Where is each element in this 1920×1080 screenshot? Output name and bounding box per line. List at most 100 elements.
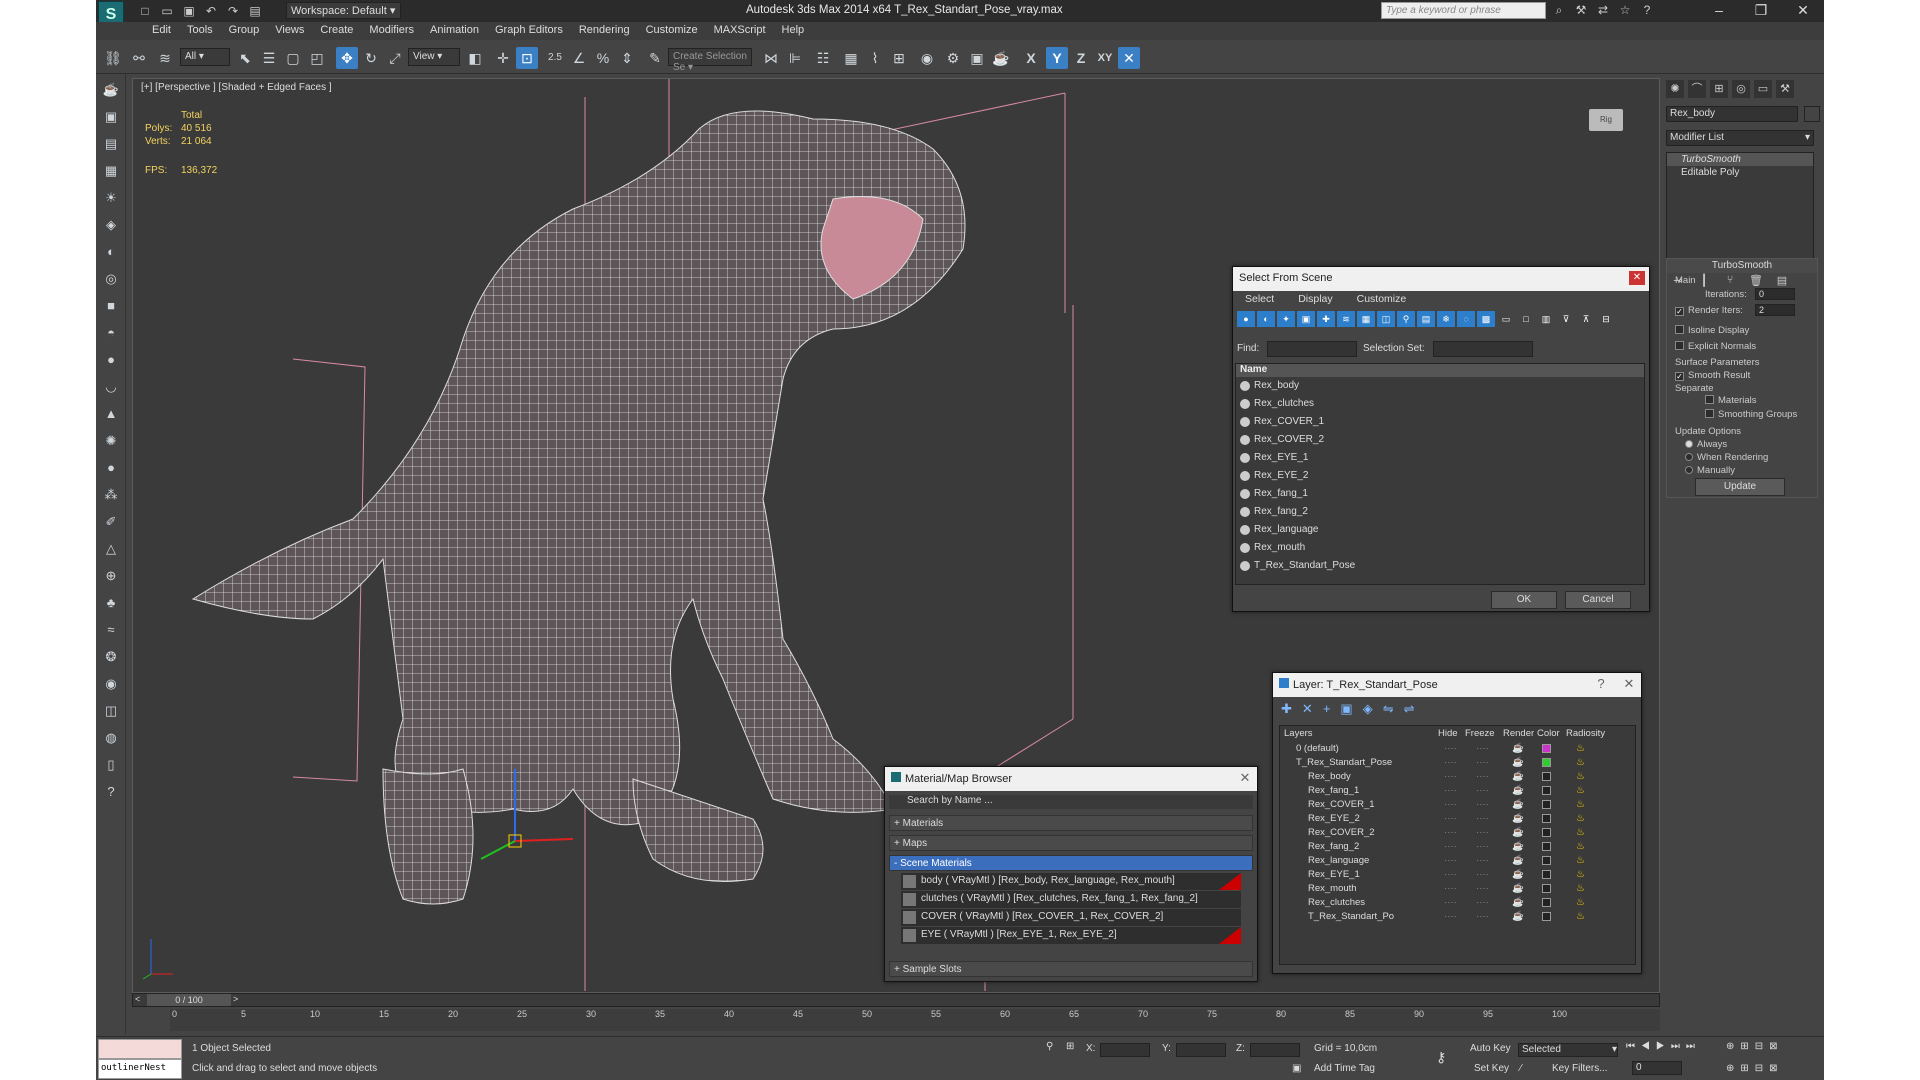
object-color-swatch[interactable] — [1804, 106, 1820, 122]
selection-filter-dropdown[interactable]: All ▾ — [180, 48, 230, 66]
document-icon[interactable]: ▤ — [100, 133, 122, 155]
stack-item-turbosmooth[interactable]: TurboSmooth — [1667, 153, 1813, 166]
create-tab-icon[interactable]: ✺ — [1666, 80, 1684, 98]
create-layer-icon[interactable]: ✚ — [1281, 701, 1292, 717]
box-icon[interactable]: ■ — [100, 295, 122, 317]
layer-row[interactable]: 0 (default) ···· ···· ☕ ♨ — [1280, 742, 1635, 756]
schematic-view-icon[interactable]: ⊞ — [888, 47, 910, 69]
freeze-all-layers-icon[interactable]: ⇌ — [1404, 701, 1415, 717]
pyramid-icon[interactable]: △ — [100, 538, 122, 560]
cancel-button[interactable]: Cancel — [1565, 591, 1631, 609]
menu-customize[interactable]: Customize — [638, 22, 706, 40]
layer-color-swatch[interactable] — [1542, 800, 1551, 809]
help-icon[interactable]: ? — [1639, 2, 1655, 18]
radiosity-icon[interactable]: ♨ — [1576, 827, 1585, 838]
exchange-icon[interactable]: ⇄ — [1595, 2, 1611, 18]
plant-icon[interactable]: ♣ — [100, 592, 122, 614]
group-materials[interactable]: + Materials — [889, 815, 1253, 831]
layer-row[interactable]: Rex_clutches ···· ···· ☕ ♨ — [1280, 896, 1635, 910]
render-teapot-icon[interactable]: ☕ — [1512, 897, 1524, 908]
display-hidden-icon[interactable]: ◌ — [1457, 311, 1475, 327]
tools-icon[interactable]: ⚒ — [1573, 2, 1589, 18]
layer-row[interactable]: Rex_COVER_1 ···· ···· ☕ ♨ — [1280, 798, 1635, 812]
absolute-mode-icon[interactable]: ⊞ — [1066, 1041, 1074, 1052]
hair-icon[interactable]: ≈ — [100, 619, 122, 641]
display-bones-icon[interactable]: ⚲ — [1397, 311, 1415, 327]
dual-sphere-icon[interactable]: ◎ — [100, 268, 122, 290]
texture-icon[interactable]: ❂ — [100, 646, 122, 668]
playback-controls[interactable]: ⏮◀▶⏭⏭ — [1626, 1041, 1701, 1052]
axis-x-button[interactable]: X — [1020, 47, 1042, 69]
link-icon[interactable]: ⛓ — [102, 47, 124, 69]
layer-color-swatch[interactable] — [1542, 856, 1551, 865]
render-teapot-icon[interactable]: ☕ — [1512, 799, 1524, 810]
layer-row[interactable]: T_Rex_Standart_Po ···· ···· ☕ ♨ — [1280, 910, 1635, 924]
snaps-toggle-icon[interactable]: 2.5 — [544, 47, 566, 69]
open-mini-curve-editor-icon[interactable] — [132, 1009, 170, 1031]
navigation-controls-2[interactable]: ⊕⊞⊟⊠ — [1726, 1063, 1784, 1074]
axis-z-button[interactable]: Z — [1070, 47, 1092, 69]
radiosity-icon[interactable]: ♨ — [1576, 799, 1585, 810]
list-item[interactable]: Rex_language — [1236, 521, 1644, 539]
display-spacewarps-icon[interactable]: ≋ — [1337, 311, 1355, 327]
unlink-icon[interactable]: ⚯ — [128, 47, 150, 69]
find-input[interactable] — [1267, 341, 1357, 357]
layer-toggle[interactable]: ···· — [1444, 757, 1457, 768]
axis-xy-button[interactable]: XY — [1094, 47, 1116, 69]
layer-color-swatch[interactable] — [1542, 772, 1551, 781]
workspace-dropdown[interactable]: Workspace: Default ▾ — [286, 2, 401, 19]
list-item[interactable]: Rex_COVER_1 — [1236, 413, 1644, 431]
object-name-field[interactable]: Rex_body — [1666, 106, 1798, 122]
layer-toggle[interactable]: ···· — [1476, 869, 1489, 880]
layer-toggle[interactable]: ···· — [1476, 771, 1489, 782]
new-file-icon[interactable]: □ — [136, 3, 154, 19]
render-teapot-icon[interactable]: ☕ — [1512, 869, 1524, 880]
iterations-spinner[interactable]: 0 — [1755, 288, 1795, 300]
camera-icon[interactable]: ◫ — [100, 700, 122, 722]
layer-toggle[interactable]: ···· — [1476, 813, 1489, 824]
smooth-result-checkbox[interactable]: ✓ Smooth Result — [1675, 370, 1750, 381]
group-maps[interactable]: + Maps — [889, 835, 1253, 851]
x-coordinate-field[interactable] — [1100, 1043, 1150, 1057]
display-lights-icon[interactable]: ✦ — [1277, 311, 1295, 327]
layer-color-swatch[interactable] — [1542, 898, 1551, 907]
display-all-icon[interactable]: ▩ — [1477, 311, 1495, 327]
always-radio[interactable]: Always — [1685, 439, 1727, 450]
sphere-icon[interactable]: ● — [100, 349, 122, 371]
render-setup-icon[interactable]: ⚙ — [942, 47, 964, 69]
set-key-icon[interactable]: ⚷ — [1436, 1049, 1446, 1066]
radiosity-icon[interactable]: ♨ — [1576, 757, 1585, 768]
t-rex-model[interactable] — [191, 110, 966, 905]
layer-row[interactable]: Rex_language ···· ···· ☕ ♨ — [1280, 854, 1635, 868]
binoculars-icon[interactable]: ⌕ — [1551, 2, 1567, 18]
rendered-frame-window-icon[interactable]: ▣ — [966, 47, 988, 69]
layer-manager-icon[interactable]: ☷ — [812, 47, 834, 69]
layer-row[interactable]: T_Rex_Standart_Pose ···· ···· ☕ ♨ — [1280, 756, 1635, 770]
material-row[interactable]: COVER ( VRayMtl ) [Rex_COVER_1, Rex_COVE… — [901, 909, 1241, 926]
auto-key-button[interactable]: Auto Key — [1470, 1043, 1511, 1054]
sun-icon[interactable]: ✺ — [100, 430, 122, 452]
layer-toggle[interactable]: ···· — [1476, 883, 1489, 894]
list-item[interactable]: T_Rex_Standart_Pose — [1236, 557, 1644, 575]
select-and-move-icon[interactable]: ✥ — [336, 47, 358, 69]
gold-sphere-icon[interactable]: ● — [100, 457, 122, 479]
col-radiosity[interactable]: Radiosity — [1566, 728, 1605, 739]
hemisphere-icon[interactable]: ◓ — [100, 322, 122, 344]
files-icon[interactable]: ▯ — [100, 754, 122, 776]
layer-color-swatch[interactable] — [1542, 912, 1551, 921]
explicit-normals-checkbox[interactable]: Explicit Normals — [1675, 341, 1756, 352]
rectangular-selection-icon[interactable]: ▢ — [282, 47, 304, 69]
col-hide[interactable]: Hide — [1438, 728, 1458, 739]
menu-graph-editors[interactable]: Graph Editors — [487, 22, 571, 40]
z-coordinate-field[interactable] — [1250, 1043, 1300, 1057]
list-item[interactable]: Rex_mouth — [1236, 539, 1644, 557]
smoothing-groups-checkbox[interactable]: Smoothing Groups — [1705, 409, 1797, 420]
display-containers-icon[interactable]: ▤ — [1417, 311, 1435, 327]
render-teapot-icon[interactable]: ☕ — [1512, 757, 1524, 768]
radiosity-icon[interactable]: ♨ — [1576, 911, 1585, 922]
layer-close-button[interactable]: ✕ — [1621, 677, 1637, 691]
y-coordinate-field[interactable] — [1176, 1043, 1226, 1057]
layer-help-button[interactable]: ? — [1593, 677, 1609, 691]
material-browser-close-button[interactable]: ✕ — [1237, 771, 1253, 785]
layer-toggle[interactable]: ···· — [1444, 911, 1457, 922]
